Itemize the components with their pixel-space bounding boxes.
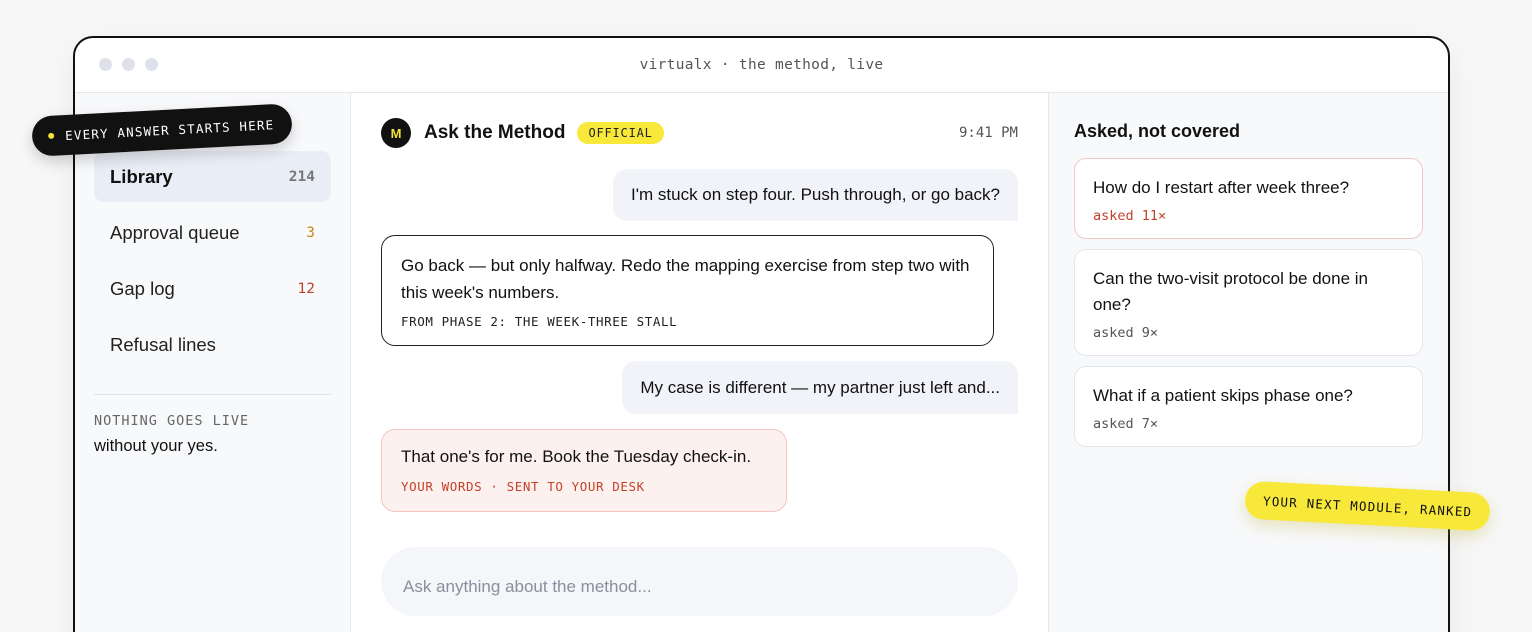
close-dot-icon[interactable] — [99, 58, 112, 71]
gap-question: What if a patient skips phase one? — [1093, 386, 1353, 405]
user-message: My case is different — my partner just l… — [622, 361, 1018, 414]
bot-message: Go back — but only halfway. Redo the map… — [381, 235, 994, 346]
refusal-message-tag: YOUR WORDS · SENT TO YOUR DESK — [401, 479, 645, 494]
gaps-panel: Asked, not covered How do I restart afte… — [1049, 93, 1448, 632]
gap-card[interactable]: Can the two-visit protocol be done in on… — [1074, 249, 1423, 356]
callout-text: EVERY ANSWER STARTS HERE — [64, 116, 275, 143]
gap-card[interactable]: What if a patient skips phase one? asked… — [1074, 366, 1423, 447]
sidebar-item-approval-queue[interactable]: Approval queue 3 — [94, 207, 331, 258]
sidebar-item-refusal-lines[interactable]: Refusal lines — [94, 319, 331, 370]
bot-message-source[interactable]: FROM PHASE 2: THE WEEK-THREE STALL — [401, 314, 974, 329]
composer — [381, 547, 1018, 616]
sidebar-divider — [94, 394, 331, 395]
window-controls — [99, 58, 158, 71]
chat-panel: M Ask the Method OFFICIAL 9:41 PM I'm st… — [351, 93, 1049, 632]
sidebar-item-count: 12 — [297, 280, 315, 297]
callout-text: YOUR NEXT MODULE, RANKED — [1262, 493, 1473, 519]
window-title: virtualx · the method, live — [639, 57, 884, 73]
app-body: Library 214 Approval queue 3 Gap log 12 … — [75, 93, 1448, 632]
chat-time: 9:41 PM — [958, 125, 1018, 141]
gap-count: asked 9× — [1093, 325, 1159, 341]
sidebar-item-count: 3 — [306, 224, 315, 241]
avatar: M — [381, 118, 411, 148]
refusal-message-text: That one's for me. Book the Tuesday chec… — [401, 447, 752, 466]
chat-header: M Ask the Method OFFICIAL 9:41 PM — [381, 93, 1018, 173]
sidebar-item-label: Refusal lines — [110, 333, 216, 355]
gap-count: asked 11× — [1093, 208, 1167, 224]
sidebar-note: without your yes. — [94, 437, 218, 455]
gap-card[interactable]: How do I restart after week three? asked… — [1074, 158, 1423, 239]
sidebar-item-label: Approval queue — [110, 221, 240, 243]
bot-message-text: Go back — but only halfway. Redo the map… — [401, 256, 970, 302]
gap-question: Can the two-visit protocol be done in on… — [1093, 269, 1368, 314]
sidebar-item-count: 214 — [288, 168, 315, 185]
refusal-message: That one's for me. Book the Tuesday chec… — [381, 429, 787, 512]
gap-count: asked 7× — [1093, 416, 1159, 432]
gap-question: How do I restart after week three? — [1093, 178, 1350, 197]
user-message: I'm stuck on step four. Push through, or… — [613, 169, 1018, 221]
chat-title: Ask the Method — [424, 122, 566, 143]
maximize-dot-icon[interactable] — [145, 58, 158, 71]
sidebar: Library 214 Approval queue 3 Gap log 12 … — [75, 93, 351, 632]
sidebar-item-label: Library — [110, 165, 173, 187]
minimize-dot-icon[interactable] — [122, 58, 135, 71]
gaps-title: Asked, not covered — [1074, 121, 1241, 141]
sidebar-caption: NOTHING GOES LIVE — [94, 413, 250, 429]
official-badge: OFFICIAL — [577, 122, 664, 144]
chat-input[interactable] — [403, 566, 996, 597]
title-bar: virtualx · the method, live — [75, 38, 1448, 93]
sidebar-item-gap-log[interactable]: Gap log 12 — [94, 263, 331, 314]
sidebar-item-label: Gap log — [110, 277, 175, 299]
bullet-dot-icon — [47, 132, 55, 139]
sidebar-item-library[interactable]: Library 214 — [94, 151, 331, 202]
